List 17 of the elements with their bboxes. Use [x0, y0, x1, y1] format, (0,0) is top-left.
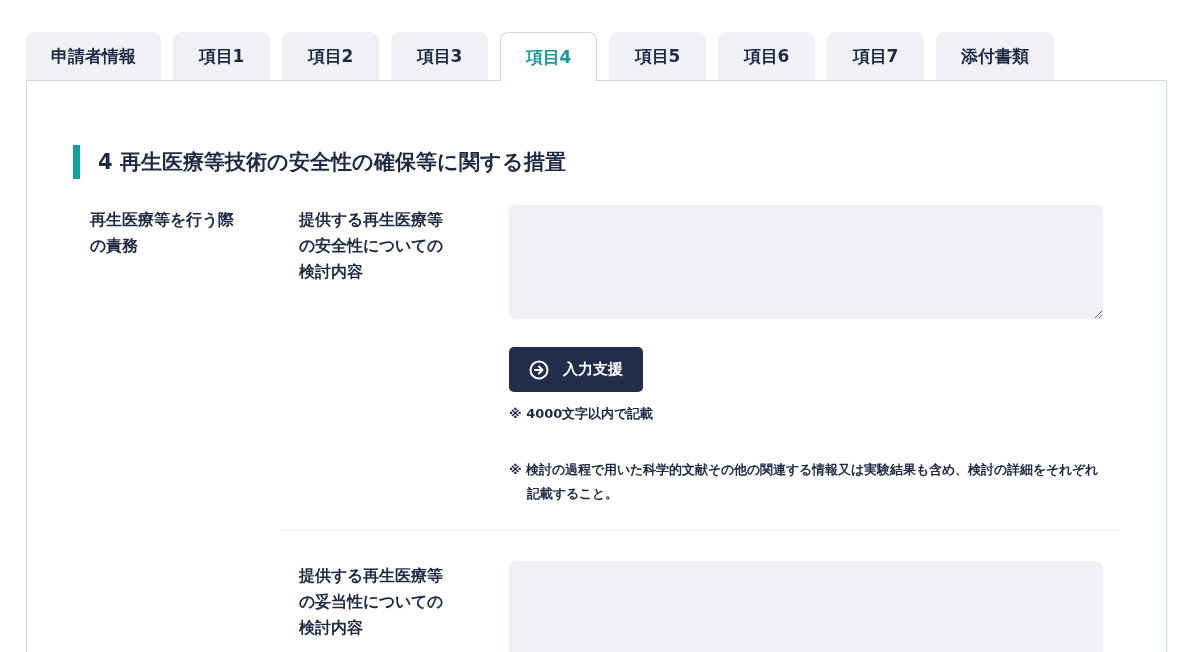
note-text: ※ 検討の過程で用いた科学的文献その他の関連する情報又は実験結果も含め、検討の詳細をそれぞれ記載すること。	[509, 461, 1100, 503]
arrow-circle-icon	[529, 359, 549, 380]
tab[interactable]: 項目6	[718, 32, 815, 80]
input-assist-button[interactable]: 入力支援	[509, 347, 643, 392]
group-label: 再生医療等を行う際の責務	[90, 209, 235, 257]
tab[interactable]: 項目7	[827, 32, 924, 80]
tab[interactable]: 申請者情報	[26, 32, 161, 80]
field-label: 提供する再生医療等の安全性についての検討内容	[299, 209, 444, 283]
tab[interactable]: 項目2	[282, 32, 379, 80]
tab[interactable]: 項目5	[609, 32, 706, 80]
tab[interactable]: 添付書類	[936, 32, 1054, 80]
note-text: ※ 4000文字以内で記載	[509, 405, 655, 423]
section-heading: 4 再生医療等技術の安全性の確保等に関する措置	[73, 145, 1120, 179]
text-area[interactable]	[509, 205, 1103, 319]
field-label: 提供する再生医療等の妥当性についての検討内容	[299, 565, 444, 639]
tab[interactable]: 項目3	[391, 32, 488, 80]
tab[interactable]: 項目1	[173, 32, 270, 80]
